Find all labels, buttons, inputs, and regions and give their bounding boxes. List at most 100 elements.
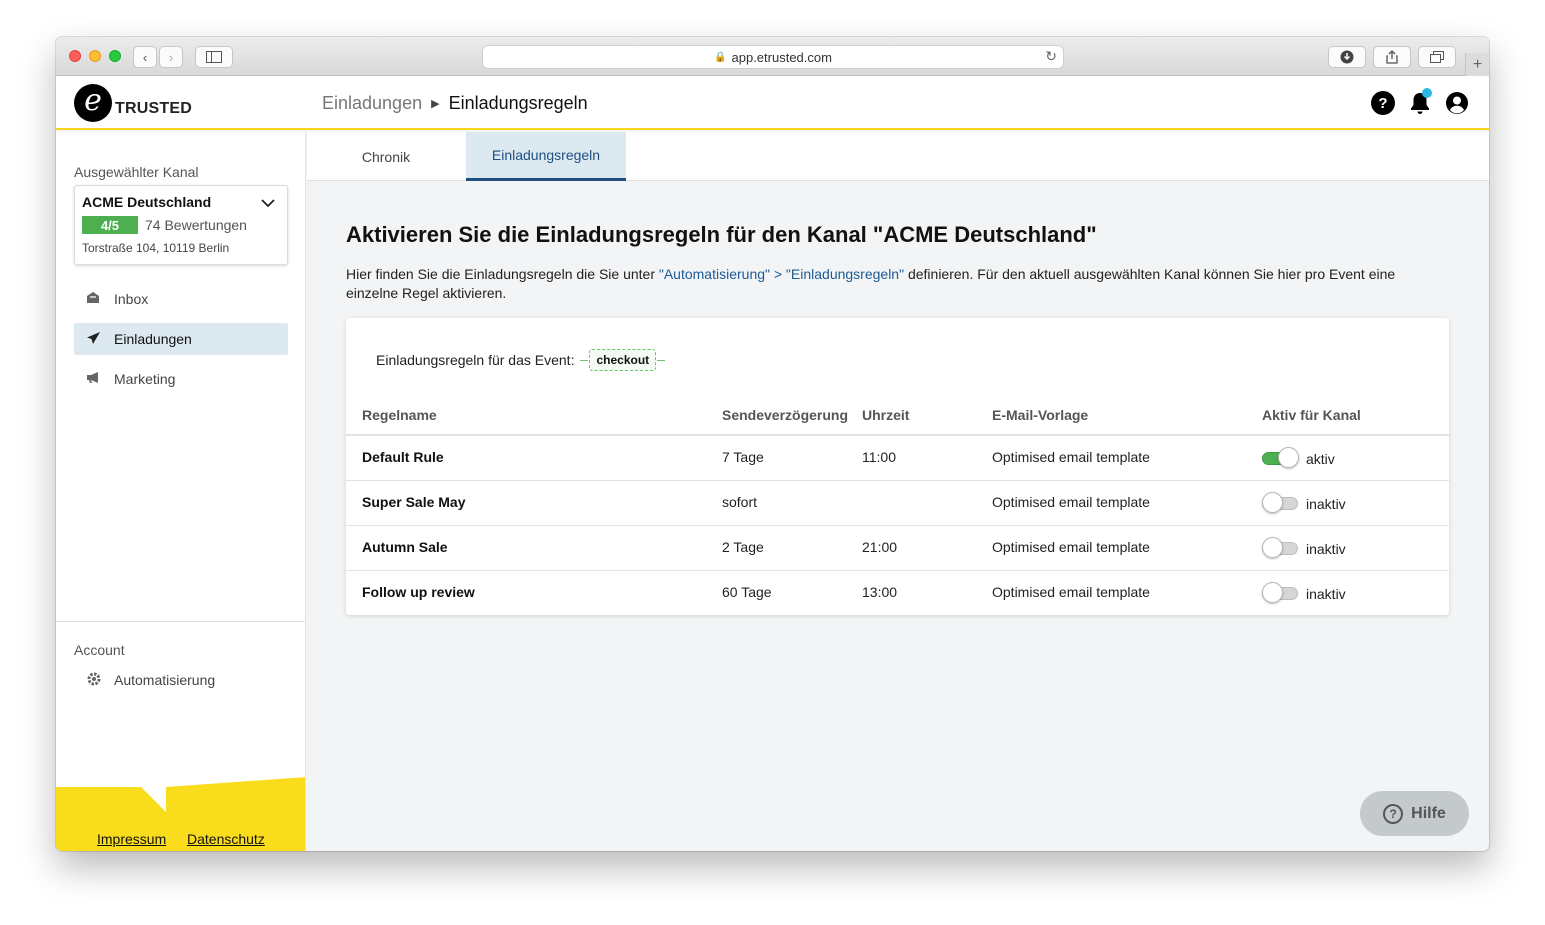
rule-delay: 2 Tage xyxy=(722,539,764,555)
automation-gear-icon xyxy=(74,671,114,690)
sidebar-divider xyxy=(56,621,305,622)
megaphone-icon xyxy=(74,371,114,387)
rule-name: Super Sale May xyxy=(362,494,466,510)
sidebar-item-marketing[interactable]: Marketing xyxy=(74,363,288,395)
minimize-window-button[interactable] xyxy=(89,50,101,62)
column-header-email-vorlage: E-Mail-Vorlage xyxy=(992,407,1089,423)
share-icon xyxy=(1386,50,1398,64)
tab-einladungsregeln[interactable]: Einladungsregeln xyxy=(466,132,626,181)
automation-rules-link[interactable]: "Automatisierung" > "Einladungsregeln" xyxy=(659,266,904,282)
channel-review-count: 74 Bewertungen xyxy=(145,217,247,233)
table-row: Follow up review 60 Tage 13:00 Optimised… xyxy=(346,570,1449,615)
event-connector xyxy=(580,359,589,361)
browser-titlebar: ‹ › 🔒 app.etrusted.com ↻ + xyxy=(56,37,1489,76)
chevron-left-icon: ‹ xyxy=(142,49,148,65)
rule-name: Follow up review xyxy=(362,584,475,600)
notification-badge xyxy=(1422,88,1432,98)
event-label: Einladungsregeln für das Event: xyxy=(376,352,575,368)
help-button-label: Hilfe xyxy=(1411,804,1446,822)
event-tag: checkout xyxy=(589,349,657,371)
breadcrumb-separator-icon: ▶ xyxy=(431,98,440,110)
rule-time: 13:00 xyxy=(862,584,898,600)
close-window-button[interactable] xyxy=(69,50,81,62)
plus-icon: + xyxy=(1472,55,1483,73)
sidebar-item-automatisierung[interactable]: Automatisierung xyxy=(74,664,288,696)
sidebar-item-inbox[interactable]: Inbox xyxy=(74,283,288,315)
column-header-uhrzeit: Uhrzeit xyxy=(862,407,910,423)
rule-name: Default Rule xyxy=(362,449,444,465)
footer-speech-bubble-shape xyxy=(56,777,305,851)
chevron-down-icon[interactable] xyxy=(261,195,275,211)
sidebar-icon xyxy=(206,51,222,63)
rule-time: 11:00 xyxy=(862,449,896,465)
sidebar-item-label: Automatisierung xyxy=(114,672,216,688)
question-circle-icon: ? xyxy=(1383,803,1404,824)
rule-active-toggle[interactable] xyxy=(1262,537,1298,558)
channel-selector[interactable]: ACME Deutschland 4/5 74 Bewertungen Tors… xyxy=(74,185,288,265)
rule-status: inaktiv xyxy=(1306,496,1346,512)
rule-status: inaktiv xyxy=(1306,541,1346,557)
rule-active-toggle[interactable] xyxy=(1262,582,1298,603)
account-section-label: Account xyxy=(74,642,125,658)
lock-icon: 🔒 xyxy=(714,51,727,63)
etrusted-logo[interactable]: e TRUSTED xyxy=(74,84,192,122)
rule-time: 21:00 xyxy=(862,539,898,555)
notifications-bell-icon[interactable] xyxy=(1408,88,1432,115)
chevron-right-icon: › xyxy=(168,49,174,65)
logo-mark: e xyxy=(74,84,112,122)
forward-button[interactable]: › xyxy=(159,46,183,68)
table-row: Default Rule 7 Tage 11:00 Optimised emai… xyxy=(346,434,1449,479)
breadcrumb-current: Einladungsregeln xyxy=(448,93,588,113)
rule-status: aktiv xyxy=(1306,451,1335,467)
sidebar: Ausgewählter Kanal ACME Deutschland 4/5 … xyxy=(56,132,306,851)
rule-status: inaktiv xyxy=(1306,586,1346,602)
sidebar-toggle-button[interactable] xyxy=(195,46,233,68)
table-row: Super Sale May sofort Optimised email te… xyxy=(346,480,1449,525)
fullscreen-window-button[interactable] xyxy=(109,50,121,62)
reload-icon[interactable]: ↻ xyxy=(1045,48,1057,65)
download-icon xyxy=(1340,50,1354,64)
rule-delay: sofort xyxy=(722,494,758,510)
sidebar-item-label: Einladungen xyxy=(114,331,192,347)
rule-delay: 60 Tage xyxy=(722,584,772,600)
tabs-overview-button[interactable] xyxy=(1418,46,1456,68)
user-account-icon[interactable] xyxy=(1445,91,1469,115)
url-text: app.etrusted.com xyxy=(731,49,832,65)
address-bar[interactable]: 🔒 app.etrusted.com ↻ xyxy=(482,45,1064,69)
tab-chronik[interactable]: Chronik xyxy=(307,132,465,181)
datenschutz-link[interactable]: Datenschutz xyxy=(187,831,265,847)
help-button[interactable]: ? Hilfe xyxy=(1360,791,1469,836)
channel-score-badge: 4/5 xyxy=(82,216,138,234)
tabs-icon xyxy=(1430,51,1444,63)
channel-address: Torstraße 104, 10119 Berlin xyxy=(82,241,230,255)
rules-card: Einladungsregeln für das Event: checkout… xyxy=(346,318,1449,615)
sidebar-item-label: Marketing xyxy=(114,371,176,387)
intro-text: Hier finden Sie die Einladungsregeln die… xyxy=(346,265,1446,303)
breadcrumb-parent[interactable]: Einladungen xyxy=(322,93,422,114)
sidebar-item-einladungen[interactable]: Einladungen xyxy=(74,323,288,355)
downloads-button[interactable] xyxy=(1328,46,1366,68)
table-row: Autumn Sale 2 Tage 21:00 Optimised email… xyxy=(346,525,1449,570)
rule-template: Optimised email template xyxy=(992,494,1150,510)
page-title: Aktivieren Sie die Einladungsregeln für … xyxy=(346,222,1097,247)
tab-bar: Chronik Einladungsregeln xyxy=(307,132,1489,181)
column-header-aktiv: Aktiv für Kanal xyxy=(1262,407,1361,423)
column-header-sendeverzoegerung: Sendeverzögerung xyxy=(722,407,849,423)
column-header-regelname: Regelname xyxy=(362,407,437,423)
rule-active-toggle[interactable] xyxy=(1262,492,1298,513)
rule-template: Optimised email template xyxy=(992,539,1150,555)
back-button[interactable]: ‹ xyxy=(133,46,157,68)
event-connector xyxy=(657,359,666,361)
browser-window: ‹ › 🔒 app.etrusted.com ↻ + e TRUSTED Ein… xyxy=(56,37,1489,851)
new-tab-button[interactable]: + xyxy=(1465,53,1489,76)
breadcrumb: Einladungen ▶ Einladungsregeln xyxy=(322,93,588,114)
rule-template: Optimised email template xyxy=(992,584,1150,600)
impressum-link[interactable]: Impressum xyxy=(97,831,166,847)
rule-active-toggle[interactable] xyxy=(1262,447,1299,468)
logo-text: TRUSTED xyxy=(115,100,192,117)
share-button[interactable] xyxy=(1373,46,1411,68)
intro-text-start: Hier finden Sie die Einladungsregeln die… xyxy=(346,266,659,282)
app-header: e TRUSTED Einladungen ▶ Einladungsregeln… xyxy=(56,76,1489,130)
channel-name: ACME Deutschland xyxy=(82,194,212,210)
help-icon[interactable]: ? xyxy=(1371,91,1395,115)
